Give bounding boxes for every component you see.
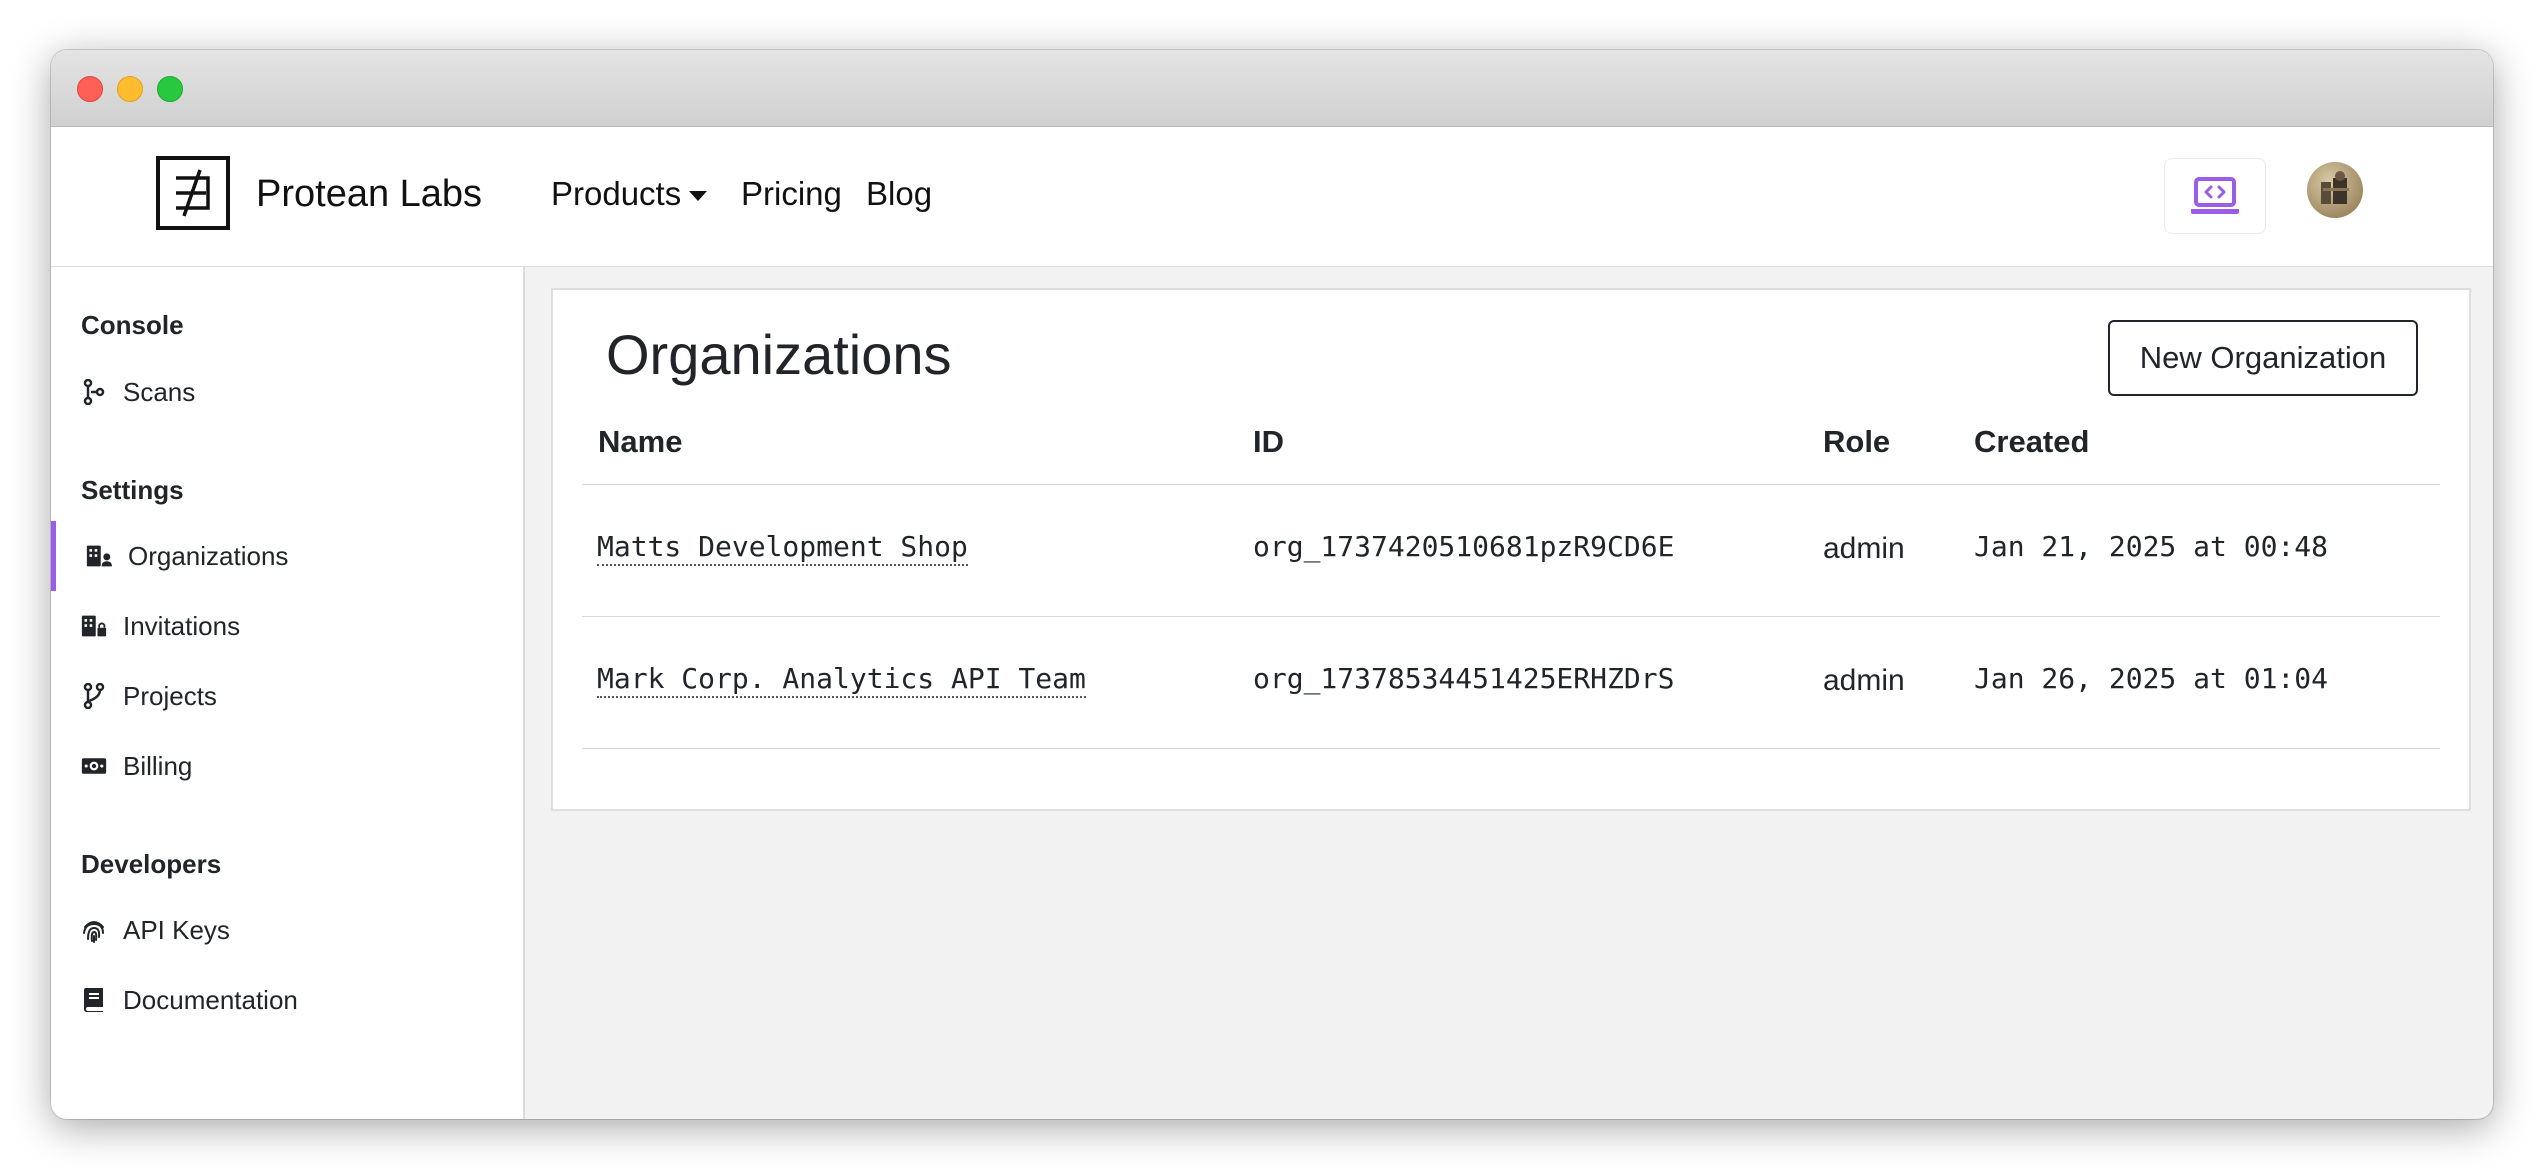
sidebar-item-label: Scans [123,376,196,407]
column-header-created: Created [1974,424,2090,459]
row-divider [582,616,2440,617]
page-title: Organizations [606,323,952,386]
nav-blog-link[interactable]: Blog [866,175,932,213]
top-navbar: Protean Labs Products Pricing Blog [51,127,2493,267]
row-divider [582,748,2440,749]
sidebar-item-label: Billing [123,750,193,781]
laptop-code-icon [2191,177,2239,214]
nav-products-dropdown[interactable]: Products [551,175,708,213]
org-role: admin [1823,664,1905,697]
sidebar-item-label: Projects [123,680,217,711]
org-created: Jan 26, 2025 at 01:04 [1974,662,2329,695]
sidebar-item-label: API Keys [123,914,230,945]
git-commit-icon [81,379,107,405]
close-window-button[interactable] [77,76,103,102]
org-id: org_1737420510681pzR9CD6E [1253,530,1675,563]
column-header-id: ID [1253,424,1284,459]
sidebar-item-label: Organizations [128,540,289,571]
brand-logo-icon[interactable] [156,156,230,230]
money-bill-icon [81,753,107,779]
nav-products-label: Products [551,175,682,212]
building-lock-icon [81,613,107,639]
fingerprint-icon [81,917,107,943]
sidebar-item-projects[interactable]: Projects [51,661,523,731]
sidebar-item-documentation[interactable]: Documentation [51,965,523,1035]
sidebar-item-label: Documentation [123,984,298,1015]
browser-window: Protean Labs Products Pricing Blog Conso… [51,50,2493,1119]
minimize-window-button[interactable] [117,76,143,102]
column-header-name: Name [598,424,683,459]
nav-pricing-link[interactable]: Pricing [741,175,842,213]
sidebar-item-scans[interactable]: Scans [51,357,523,427]
book-icon [81,987,107,1013]
sidebar-item-billing[interactable]: Billing [51,731,523,801]
org-name-link[interactable]: Matts Development Shop [597,530,968,566]
title-bar [51,50,2493,127]
org-role: admin [1823,532,1905,565]
sidebar-section-console: Console [81,310,184,340]
developer-mode-button[interactable] [2164,158,2266,234]
sidebar-item-organizations[interactable]: Organizations [51,521,528,591]
org-created: Jan 21, 2025 at 00:48 [1974,530,2329,563]
column-header-role: Role [1823,424,1891,459]
git-branch-icon [81,683,107,709]
organizations-card: Organizations New Organization Name ID R… [551,288,2471,811]
user-avatar[interactable] [2307,162,2363,218]
new-organization-button[interactable]: New Organization [2108,320,2418,396]
sidebar-section-developers: Developers [81,849,222,879]
sidebar-section-settings: Settings [81,475,184,505]
table-header-divider [582,484,2440,485]
avatar-photo-icon [2321,171,2349,204]
caret-down-icon [689,191,708,202]
brand-name[interactable]: Protean Labs [256,173,482,216]
sidebar-item-api-keys[interactable]: API Keys [51,895,523,965]
sidebar-item-invitations[interactable]: Invitations [51,591,523,661]
org-name-link[interactable]: Mark Corp. Analytics API Team [597,662,1086,698]
sidebar: Console Scans Settings Organizations Inv… [51,267,525,1119]
org-id: org_17378534451425ERHZDrS [1253,662,1675,695]
sidebar-item-label: Invitations [123,610,241,641]
zoom-window-button[interactable] [157,76,183,102]
building-user-icon [86,543,112,569]
